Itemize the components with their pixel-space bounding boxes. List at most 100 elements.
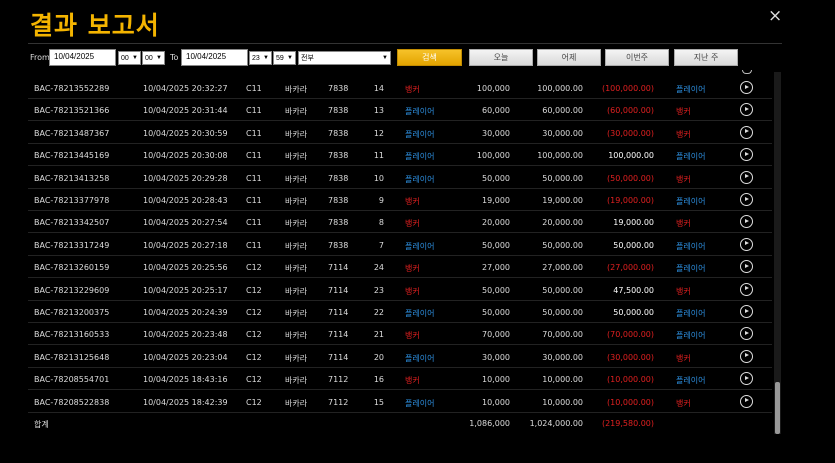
play-circle-icon[interactable] <box>740 170 753 184</box>
bet-pick: 플레이어 <box>405 152 435 162</box>
round-number: 15 <box>373 397 384 407</box>
game-result: 뱅커 <box>676 219 691 229</box>
from-minute-select[interactable]: 00 ▼ <box>142 51 165 65</box>
bet-type-select[interactable]: 전부 ▼ <box>298 51 391 65</box>
round-number: 16 <box>373 375 384 385</box>
round-number: 7 <box>378 240 384 250</box>
win-loss: (50,000.00) <box>607 173 654 183</box>
game-result: 플레이어 <box>676 309 706 318</box>
bet-time: 10/04/2025 18:43:16 <box>143 375 228 385</box>
shoe-number: 7838 <box>328 218 349 228</box>
game-name: 바카라 <box>285 398 308 408</box>
bet-pick: 플레이어 <box>405 241 435 251</box>
this-week-button[interactable]: 이번주 <box>605 49 669 66</box>
bet-amount: 30,000 <box>482 128 510 138</box>
bet-pick: 뱅커 <box>405 219 420 229</box>
play-circle-icon[interactable] <box>740 327 753 341</box>
game-name: 바카라 <box>285 107 308 117</box>
play-circle-icon[interactable] <box>740 237 753 251</box>
play-circle-icon[interactable] <box>740 193 753 206</box>
table-code: C11 <box>246 218 262 228</box>
game-result: 뱅커 <box>676 174 691 184</box>
search-button[interactable]: 검색 <box>397 49 462 66</box>
play-circle-icon[interactable] <box>740 282 753 296</box>
last-week-button[interactable]: 지난 주 <box>674 49 738 66</box>
play-circle-icon[interactable] <box>740 103 753 117</box>
bet-time: 10/04/2025 20:31:44 <box>143 106 228 116</box>
play-circle-icon[interactable] <box>740 305 753 318</box>
to-date-input[interactable]: 10/04/2025 <box>181 49 248 66</box>
win-loss: 100,000.00 <box>608 151 654 161</box>
table-code: C11 <box>246 240 262 250</box>
shoe-number: 7112 <box>328 397 349 407</box>
today-button[interactable]: 오늘 <box>469 49 533 66</box>
from-date-input[interactable]: 10/04/2025 <box>49 49 116 66</box>
valid-bet: 100,000.00 <box>537 84 583 93</box>
scroll-thumb[interactable] <box>775 382 780 434</box>
chevron-down-icon: ▼ <box>132 55 138 61</box>
bet-type-value: 전부 <box>301 55 314 62</box>
title-divider <box>28 43 782 44</box>
bet-id: BAC-78213413258 <box>34 173 110 183</box>
table-code: C12 <box>246 375 262 385</box>
play-circle-icon[interactable] <box>740 215 753 229</box>
to-hour-select[interactable]: 23 ▼ <box>249 51 272 65</box>
from-hour-select[interactable]: 00 ▼ <box>118 51 141 65</box>
table-row: BAC-78213377978 10/04/2025 20:28:43 C11 바카라… <box>28 189 772 211</box>
play-circle-icon[interactable] <box>740 81 753 94</box>
game-name: 바카라 <box>285 264 308 274</box>
table-code: C12 <box>246 397 262 407</box>
play-circle-icon[interactable] <box>740 148 753 162</box>
bet-time: 10/04/2025 18:42:39 <box>143 397 228 407</box>
bet-time: 10/04/2025 20:27:54 <box>143 218 228 228</box>
play-circle-icon[interactable] <box>740 260 753 274</box>
play-circle-icon[interactable] <box>740 372 753 386</box>
bet-time: 10/04/2025 20:24:39 <box>143 308 228 317</box>
valid-bet: 70,000.00 <box>542 330 583 340</box>
close-icon[interactable]: × <box>768 6 782 26</box>
table-row: BAC-78213200375 10/04/2025 20:24:39 C12 바카라… <box>28 301 772 323</box>
round-number: 14 <box>373 84 384 93</box>
bet-amount: 19,000 <box>482 196 510 205</box>
valid-bet: 50,000.00 <box>542 285 583 295</box>
table-scrollbar[interactable] <box>774 72 781 434</box>
valid-bet: 60,000.00 <box>542 106 583 116</box>
win-loss: (30,000.00) <box>607 128 654 138</box>
bet-id: BAC-78208522838 <box>34 397 110 407</box>
shoe-number: 7114 <box>328 330 349 340</box>
bet-pick: 플레이어 <box>405 309 435 318</box>
win-loss: 50,000.00 <box>613 308 654 317</box>
bet-pick: 뱅커 <box>405 85 420 94</box>
to-minute-select[interactable]: 59 ▼ <box>273 51 296 65</box>
play-circle-icon[interactable] <box>740 349 753 363</box>
game-result: 플레이어 <box>676 152 706 162</box>
game-result: 뱅커 <box>676 353 691 363</box>
win-loss: (30,000.00) <box>607 352 654 362</box>
bet-time: 10/04/2025 20:29:28 <box>143 173 228 183</box>
bet-time: 10/04/2025 20:25:17 <box>143 285 228 295</box>
bet-id: BAC-78213200375 <box>34 308 110 317</box>
bet-amount: 50,000 <box>482 308 510 317</box>
bet-pick: 플레이어 <box>405 353 435 363</box>
win-loss: (10,000.00) <box>607 397 654 407</box>
bet-time: 10/04/2025 20:30:08 <box>143 151 228 161</box>
round-number: 11 <box>373 151 384 161</box>
to-hour-value: 23 <box>252 54 260 62</box>
valid-bet: 10,000.00 <box>542 375 583 385</box>
total-valid-bet: 1,024,000.00 <box>529 419 583 428</box>
round-number: 13 <box>373 106 384 116</box>
yesterday-button[interactable]: 어제 <box>537 49 601 66</box>
table-row: BAC-78213317249 10/04/2025 20:27:18 C11 바카라… <box>28 234 772 256</box>
round-number: 20 <box>373 352 384 362</box>
play-circle-icon[interactable] <box>740 125 753 139</box>
round-number: 23 <box>373 285 384 295</box>
bet-id: BAC-78213229609 <box>34 285 110 295</box>
play-circle-icon[interactable] <box>740 394 753 408</box>
win-loss: 50,000.00 <box>613 240 654 250</box>
total-row: 합계 1,086,000 1,024,000.00 (219,580.00) <box>28 412 772 434</box>
shoe-number: 7838 <box>328 196 349 205</box>
valid-bet: 20,000.00 <box>542 218 583 228</box>
shoe-number: 7838 <box>328 173 349 183</box>
table-code: C12 <box>246 263 262 273</box>
filter-bar: From 10/04/2025 00 ▼ 00 ▼ To 10/04/2025 23… <box>30 49 790 67</box>
